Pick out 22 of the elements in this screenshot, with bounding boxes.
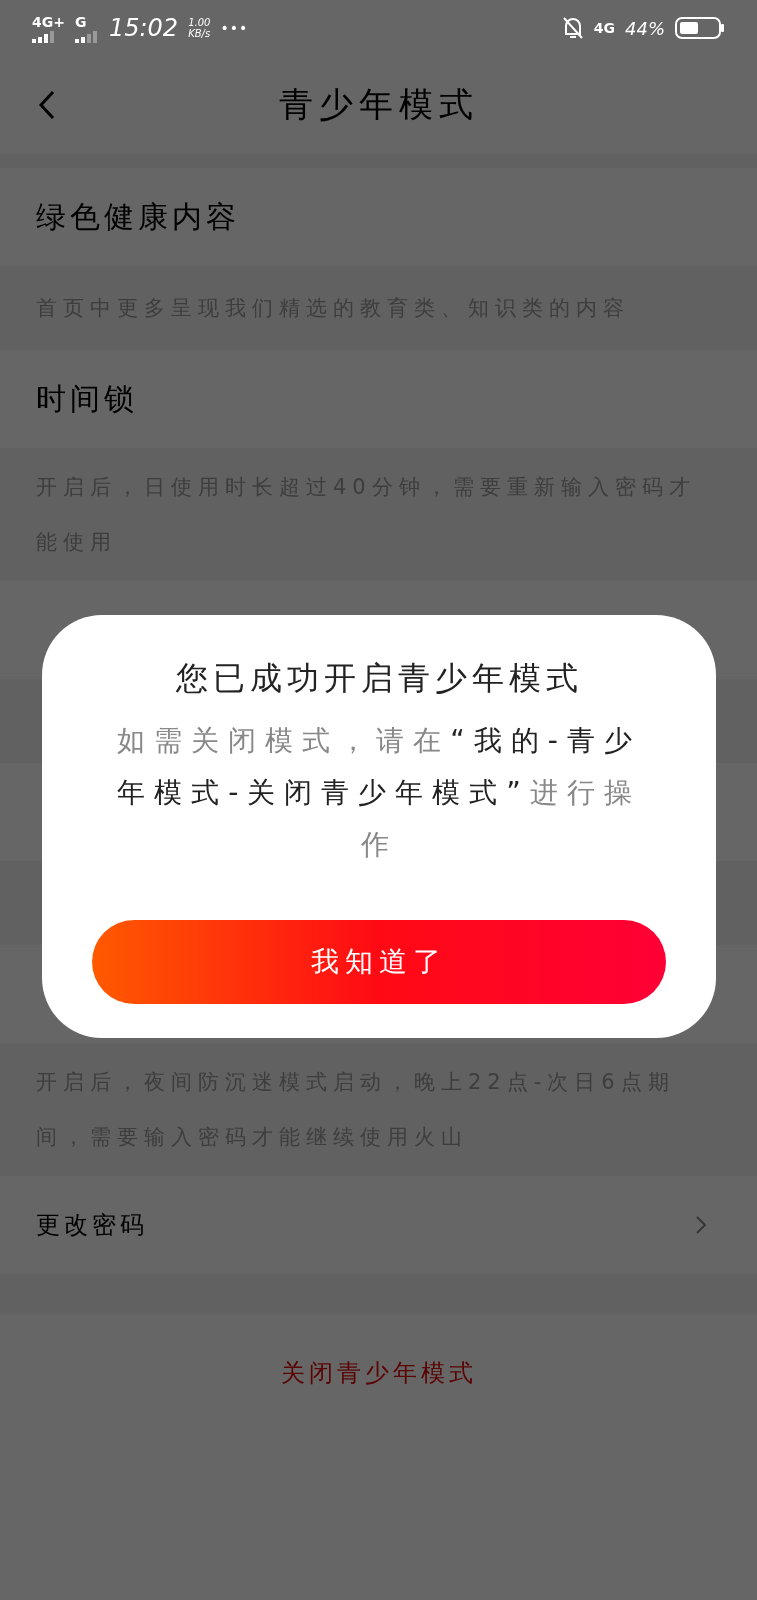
more-dots: ••• xyxy=(220,20,249,36)
back-icon[interactable] xyxy=(38,90,56,120)
network-label: G xyxy=(74,13,88,30)
signal-icon xyxy=(32,30,56,43)
battery-icon xyxy=(675,16,725,40)
dialog-message: 如需关闭模式，请在“我的-青少年模式-关闭青少年模式”进行操作 xyxy=(116,723,642,863)
setting-title: 更改密码 xyxy=(36,1210,148,1242)
chevron-right-icon xyxy=(695,1215,707,1236)
clock-time: 15:02 xyxy=(108,14,179,42)
setting-title: 时间锁 xyxy=(36,379,138,418)
battery-percent: 44% xyxy=(625,17,665,39)
speed-value: 1.00 xyxy=(188,17,211,28)
signal-icon xyxy=(74,30,99,43)
dialog-title: 您已成功开启青少年模式 xyxy=(175,658,583,699)
bell-off-icon xyxy=(561,16,584,40)
setting-title: 绿色健康内容 xyxy=(36,197,240,236)
network-label: 4G xyxy=(593,20,615,36)
page-title: 青少年模式 xyxy=(278,83,479,126)
close-mode-link[interactable]: 关闭青少年模式 xyxy=(280,1357,477,1390)
network-label: 4G+ xyxy=(32,13,65,30)
confirm-button[interactable]: 我知道了 xyxy=(92,920,666,1005)
speed-unit: KB/s xyxy=(188,28,211,39)
